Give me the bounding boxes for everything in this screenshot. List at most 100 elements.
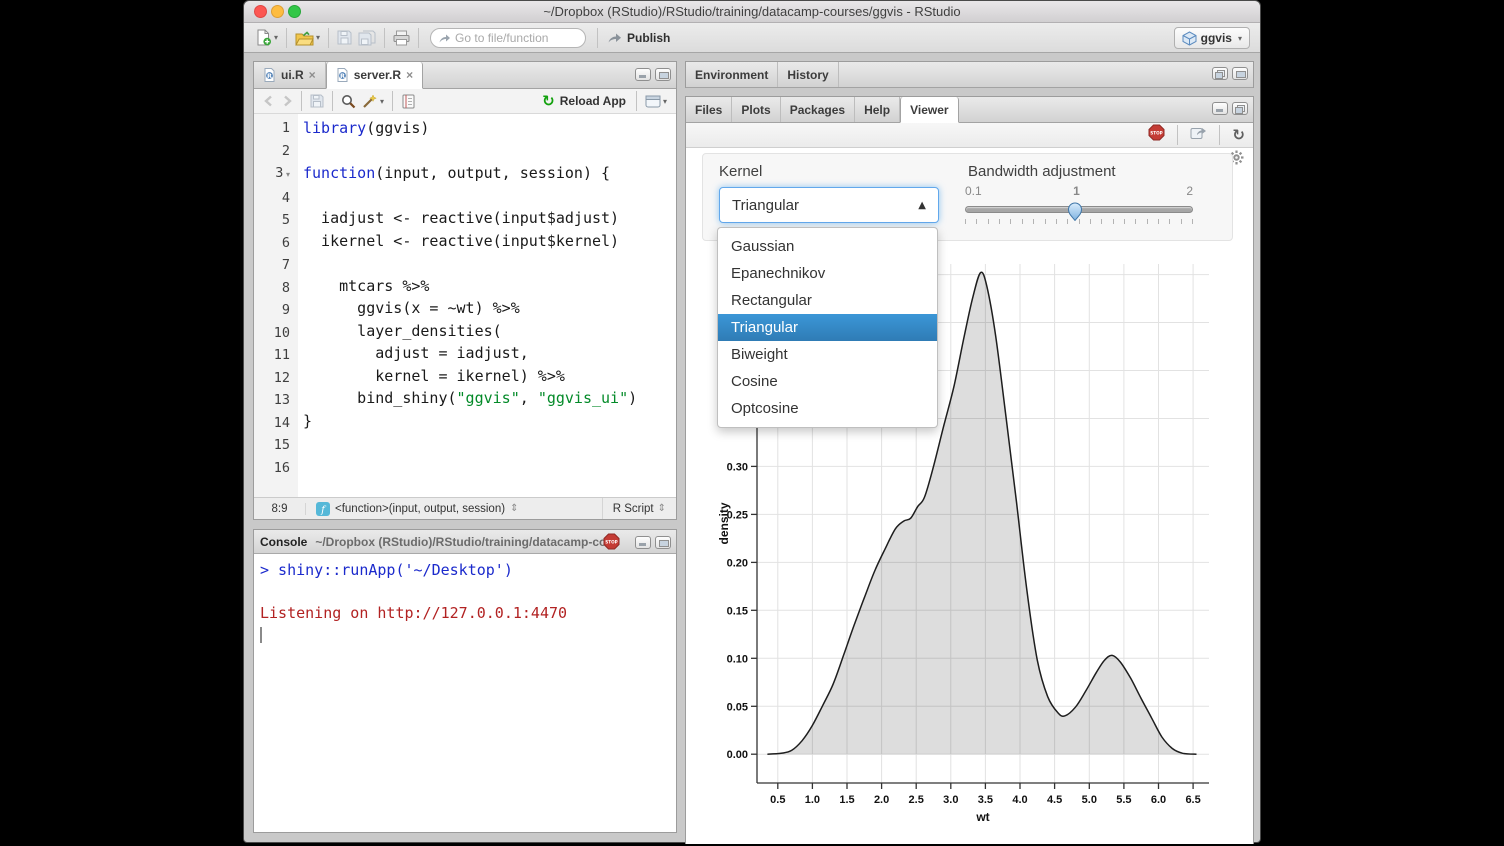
tab-label: Environment xyxy=(695,68,768,82)
stop-button[interactable]: STOP xyxy=(603,533,620,554)
fold-arrow-icon[interactable]: ▾ xyxy=(283,170,290,179)
close-tab-icon[interactable]: × xyxy=(309,68,316,82)
compile-notebook-button[interactable] xyxy=(401,94,416,109)
open-folder-icon xyxy=(295,30,314,46)
line-number: 3 ▾ xyxy=(254,162,290,187)
kernel-option-epanechnikov[interactable]: Epanechnikov xyxy=(718,260,937,287)
tab-history[interactable]: History xyxy=(778,62,838,87)
tab-label: Help xyxy=(864,103,890,117)
svg-text:0.5: 0.5 xyxy=(770,794,785,806)
publish-button[interactable]: Publish xyxy=(607,31,670,45)
line-number: 9 xyxy=(254,299,290,322)
code-editor[interactable]: 123 ▾45678910111213141516 library(ggvis)… xyxy=(254,114,676,499)
save-button[interactable] xyxy=(310,94,324,108)
tab-ui-r[interactable]: Rui.R× xyxy=(254,62,326,88)
chevron-down-icon: ▾ xyxy=(663,97,667,106)
tab-environment[interactable]: Environment xyxy=(686,62,778,87)
svg-text:0.10: 0.10 xyxy=(727,653,748,665)
magnifier-icon xyxy=(341,94,356,109)
cursor-position: 8:9 xyxy=(254,503,306,515)
code-line: bind_shiny("ggvis", "ggvis_ui") xyxy=(303,387,676,410)
open-file-button[interactable]: ▾ xyxy=(295,30,320,46)
kernel-option-gaussian[interactable]: Gaussian xyxy=(718,233,937,260)
slider-min-label: 0.1 xyxy=(965,184,982,198)
save-button[interactable] xyxy=(337,30,352,45)
maximize-pane-icon[interactable] xyxy=(655,68,671,81)
kernel-option-optcosine[interactable]: Optcosine xyxy=(718,395,937,422)
project-menu-button[interactable]: ggvis ▾ xyxy=(1174,27,1250,49)
goto-file-input[interactable] xyxy=(455,31,573,45)
project-label: ggvis xyxy=(1201,31,1232,45)
svg-text:0.05: 0.05 xyxy=(727,701,748,713)
code-line xyxy=(303,140,676,163)
open-in-new-window-button[interactable] xyxy=(1190,125,1207,145)
code-line: ikernel <- reactive(input$kernel) xyxy=(303,230,676,253)
print-button[interactable] xyxy=(393,30,410,46)
kernel-option-cosine[interactable]: Cosine xyxy=(718,368,937,395)
svg-text:wt: wt xyxy=(975,810,989,824)
scope-selector[interactable]: f <function>(input, output, session) ⇕ xyxy=(306,502,518,516)
minimize-pane-icon[interactable] xyxy=(1212,102,1228,115)
kernel-option-triangular[interactable]: Triangular xyxy=(718,314,937,341)
minimize-pane-icon[interactable] xyxy=(635,536,651,549)
code-line: mtcars %>% xyxy=(303,275,676,298)
goto-file-search[interactable] xyxy=(430,28,586,48)
file-type-selector[interactable]: R Script ⇕ xyxy=(602,498,676,519)
environment-pane: Environment History xyxy=(685,61,1254,88)
restore-pane-icon[interactable] xyxy=(1232,102,1248,115)
forward-arrow-icon xyxy=(281,95,293,107)
back-arrow-icon xyxy=(263,95,275,107)
back-button[interactable] xyxy=(263,95,275,107)
tab-label: Files xyxy=(695,103,722,117)
kernel-option-rectangular[interactable]: Rectangular xyxy=(718,287,937,314)
chevron-down-icon: ▾ xyxy=(274,33,278,42)
kernel-option-biweight[interactable]: Biweight xyxy=(718,341,937,368)
console-path: ~/Dropbox (RStudio)/RStudio/training/dat… xyxy=(315,535,606,549)
tab-packages[interactable]: Packages xyxy=(781,97,855,122)
kernel-select[interactable]: Triangular ▲ xyxy=(719,187,939,223)
stop-app-button[interactable]: STOP xyxy=(1148,124,1165,146)
files-tabbar: Files Plots Packages Help Viewer xyxy=(686,97,1253,123)
svg-text:R: R xyxy=(267,72,272,80)
code-line: iadjust <- reactive(input$adjust) xyxy=(303,207,676,230)
chevron-down-icon: ▾ xyxy=(380,97,384,106)
reload-app-label: Reload App xyxy=(560,94,626,108)
minimize-pane-icon[interactable] xyxy=(635,68,651,81)
save-all-button[interactable] xyxy=(358,30,376,46)
source-editor-pane: Rui.R×Rserver.R× ▾ xyxy=(253,61,677,520)
tab-viewer[interactable]: Viewer xyxy=(900,97,958,123)
slider-max-label: 2 xyxy=(1186,184,1193,198)
maximize-pane-icon[interactable] xyxy=(1232,67,1248,80)
source-panel-button[interactable]: ▾ xyxy=(645,95,667,108)
line-number: 4 xyxy=(254,187,290,210)
maximize-pane-icon[interactable] xyxy=(655,536,671,549)
close-tab-icon[interactable]: × xyxy=(406,68,413,82)
svg-text:3.0: 3.0 xyxy=(943,794,958,806)
bandwidth-slider[interactable]: 0.1 1 2 xyxy=(965,184,1193,232)
tab-server-r[interactable]: Rserver.R× xyxy=(326,62,423,89)
restore-pane-icon[interactable] xyxy=(1212,67,1228,80)
line-number: 8 xyxy=(254,277,290,300)
forward-button[interactable] xyxy=(281,95,293,107)
code-tools-button[interactable]: ▾ xyxy=(362,94,384,109)
console-line: > shiny::runApp('~/Desktop') xyxy=(260,560,670,582)
refresh-button[interactable]: ↻ xyxy=(1232,126,1245,144)
goto-arrow-icon xyxy=(438,32,450,44)
slider-ticks xyxy=(965,219,1193,225)
tab-plots[interactable]: Plots xyxy=(732,97,780,122)
kernel-dropdown-menu: GaussianEpanechnikovRectangularTriangula… xyxy=(717,227,938,428)
reload-app-button[interactable]: ↻ Reload App xyxy=(542,92,626,110)
line-number: 10 xyxy=(254,322,290,345)
new-file-button[interactable]: ▾ xyxy=(255,29,278,46)
updown-icon: ⇕ xyxy=(658,503,666,514)
popout-window-icon xyxy=(1190,125,1207,140)
main-toolbar: ▾ ▾ Publish ggvis ▾ xyxy=(244,23,1260,53)
svg-text:5.5: 5.5 xyxy=(1116,794,1131,806)
console-output[interactable]: > shiny::runApp('~/Desktop') Listening o… xyxy=(254,554,676,834)
code-text[interactable]: library(ggvis) function(input, output, s… xyxy=(298,114,676,499)
tab-help[interactable]: Help xyxy=(855,97,900,122)
tab-label: Plots xyxy=(741,103,770,117)
tab-files[interactable]: Files xyxy=(686,97,732,122)
code-line xyxy=(303,455,676,478)
find-button[interactable] xyxy=(341,94,356,109)
